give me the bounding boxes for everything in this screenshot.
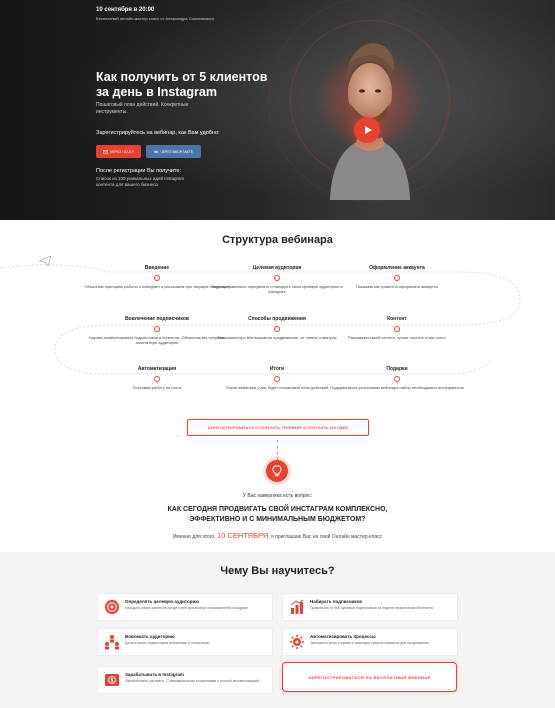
step-marker [394,275,400,281]
growth-icon [290,599,304,614]
mail-icon [102,149,108,154]
hero-description: Пошаговый план действий. Конкретные инст… [96,102,189,115]
step-description: Подарим всем участникам вебинара набор н… [330,385,464,390]
main-question: КАК СЕГОДНЯ ПРОДВИГАТЬ СВОЙ ИНСТАГРАМ КО… [167,506,388,523]
structure-step-content: Контент Расскажем какой контент лучше по… [322,316,472,340]
automation-icon [290,635,304,649]
invitation-text: Именно для этого, 10 СЕНТЯБРЯ, я приглаш… [0,531,555,540]
webinar-date: 10 сентября в 20:00 [96,7,155,13]
card-text: Зарабатывать в Instagram Зарабатывать си… [125,672,260,684]
card-description: Делать своих подписчиков активными и лоя… [125,641,210,645]
step-title: Подарки [386,366,408,372]
hero-section: 10 сентября в 20:00 Бесплатный онлайн-ма… [0,0,555,220]
step-description: Покажем как грамотно оформлять аккаунты [355,284,439,289]
lightbulb-icon [272,465,282,477]
card-text: Набирать подписчиков Привлекать от 500 ц… [310,599,433,611]
play-icon [364,126,372,134]
structure-step-gifts: Подарки Подарим всем участникам вебинара… [322,366,472,390]
step-description: Расскажем какой контент лучше постить и … [348,335,446,340]
card-description: Экономить силы и время с помощью нужных … [310,641,429,645]
after-registration-description: Список из 100 уникальных идей Instagram … [96,176,185,187]
card-text: Определять целевую аудиторию Находить св… [125,599,248,611]
play-video-button[interactable] [354,117,380,143]
card-title: Вовлекать аудиторию [125,634,175,639]
money-icon: $ [105,674,119,686]
register-via-vk-button[interactable]: vk ЧЕРЕЗ ВКОНТАКТЕ [146,145,201,158]
skill-card-followers: Набирать подписчиков Привлекать от 500 ц… [282,593,458,621]
skill-card-target-audience: Определять целевую аудиторию Находить св… [97,593,273,621]
card-title: Автоматизировать процессы [310,634,376,639]
step-marker [274,376,280,382]
step-marker [154,326,160,332]
register-via-email-button[interactable]: ЧЕРЕЗ ПОЧТУ [96,145,141,158]
audience-icon [105,635,119,650]
card-description: Находить своих клиентов среди сотен милл… [125,606,248,610]
structure-title: Структура вебинара [222,234,333,246]
vk-icon: vk [153,149,159,154]
question-bulb-icon [266,460,288,482]
register-prompt: Зарегистрируйтесь на вебинар, как Вам уд… [96,130,220,136]
invite-after: , я приглашаю Вас на свой Онлайн мастер-… [268,534,383,540]
vk-button-label: ЧЕРЕЗ ВКОНТАКТЕ [160,149,194,154]
invite-date: 10 СЕНТЯБРЯ [216,531,269,540]
webinar-subtitle: Бесплатный онлайн-мастер класс от Алекса… [96,16,215,21]
after-registration-title: После регистрации Вы получите: [96,168,181,174]
step-marker [274,275,280,281]
learn-title: Чему Вы научитесь? [220,565,335,577]
card-text: Автоматизировать процессы Экономить силы… [310,634,429,646]
register-get-ideas-button[interactable]: ЗАРЕГИСТРИРОВАТЬСЯ И ПОЛУЧИТЬ ТРИПВАЙР И… [187,419,369,436]
step-marker [154,376,160,382]
card-title: Зарабатывать в Instagram [125,672,184,677]
register-free-webinar-button[interactable]: ЗАРЕГИСТРИРОВАТЬСЯ НА БЕСПЛАТНЫЙ ВЕБИНАР [282,662,457,692]
email-button-label: ЧЕРЕЗ ПОЧТУ [109,149,135,154]
card-title: Набирать подписчиков [310,599,362,604]
step-marker [394,326,400,332]
dashed-connector [277,440,278,460]
card-title: Определять целевую аудиторию [125,599,200,604]
structure-step-account: Оформление аккаунта Покажем как грамотно… [322,265,472,289]
question-intro: У Вас наверняка есть вопрос: [242,493,313,499]
svg-text:$: $ [111,678,114,684]
skill-card-engagement: Вовлекать аудиторию Делать своих подписч… [97,628,273,656]
step-marker [154,275,160,281]
invite-before: Именно для этого, [172,534,216,540]
skill-card-automation: Автоматизировать процессы Экономить силы… [282,628,458,656]
speaker-photo [330,43,410,200]
paper-plane-icon [39,256,51,266]
step-title: Оформление аккаунта [369,265,425,271]
step-marker [394,376,400,382]
hero-title: Как получить от 5 клиентов за день в Ins… [96,70,268,99]
card-description: Зарабатывать системно. С минимальными вл… [125,679,261,683]
skill-card-earnings: $ Зарабатывать в Instagram Зарабатывать … [97,666,273,694]
card-text: Вовлекать аудиторию Делать своих подписч… [125,634,209,646]
step-marker [274,326,280,332]
card-description: Привлекать от 500 целевых подписчиков за… [310,606,434,610]
step-title: Контент [387,316,407,322]
target-icon [105,600,119,614]
